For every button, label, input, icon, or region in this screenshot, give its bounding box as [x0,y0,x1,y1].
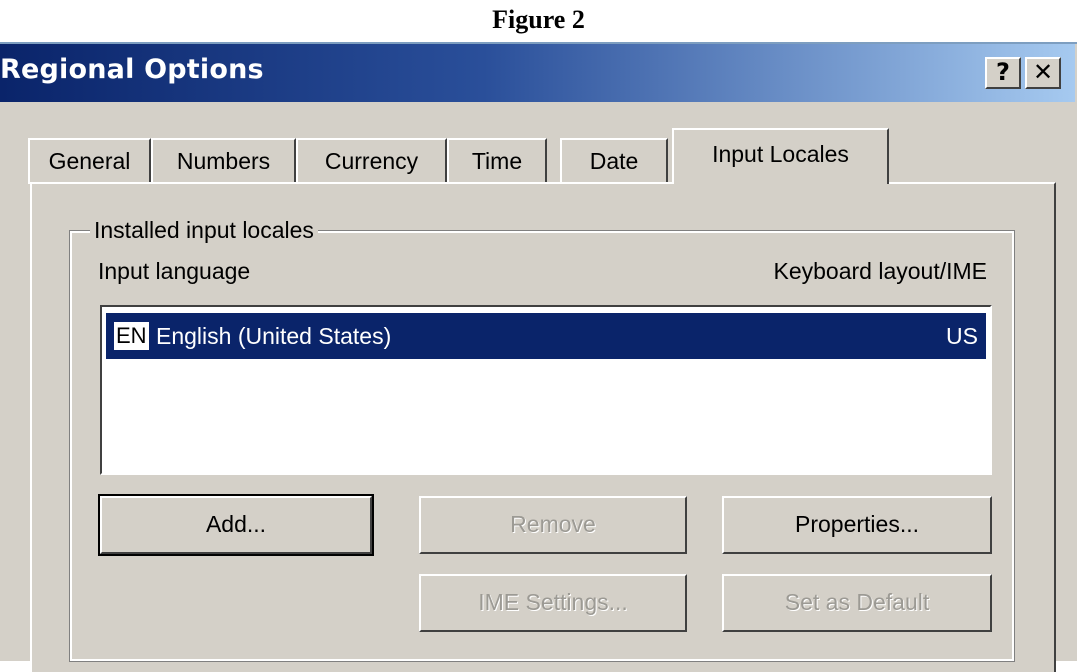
tab-time[interactable]: Time [447,138,547,184]
figure-caption: Figure 2 [492,5,585,34]
group-label: Installed input locales [90,217,318,244]
column-header-keyboard-layout: Keyboard layout/IME [773,258,987,284]
tab-general[interactable]: General [28,138,151,184]
properties-button[interactable]: Properties... [722,496,992,554]
language-badge: EN [114,322,149,350]
help-button[interactable]: ? [985,57,1021,89]
remove-button[interactable]: Remove [419,496,687,554]
tab-numbers[interactable]: Numbers [151,138,296,184]
input-locales-list[interactable]: EN English (United States) US [100,305,992,475]
window-title: Regional Options [0,54,264,85]
installed-input-locales-group: Installed input locales Input language K… [69,217,1015,662]
column-header-input-language: Input language [98,258,251,284]
tab-date[interactable]: Date [560,138,668,184]
add-button[interactable]: Add... [98,494,374,556]
title-bar[interactable]: Regional Options ? ✕ [0,44,1075,102]
ime-settings-button[interactable]: IME Settings... [419,574,687,632]
regional-options-dialog: Regional Options ? ✕ General Numbers Cur… [0,42,1077,672]
tab-panel-input-locales: Installed input locales Input language K… [30,182,1056,672]
set-as-default-button[interactable]: Set as Default [722,574,992,632]
close-button[interactable]: ✕ [1025,57,1061,89]
list-item[interactable]: EN English (United States) US [106,313,986,359]
tab-input-locales[interactable]: Input Locales [672,128,889,184]
language-name: English (United States) [156,323,392,349]
keyboard-layout: US [946,323,978,349]
tab-currency[interactable]: Currency [296,138,447,184]
tab-strip: General Numbers Currency Time Date Input… [0,124,1077,184]
